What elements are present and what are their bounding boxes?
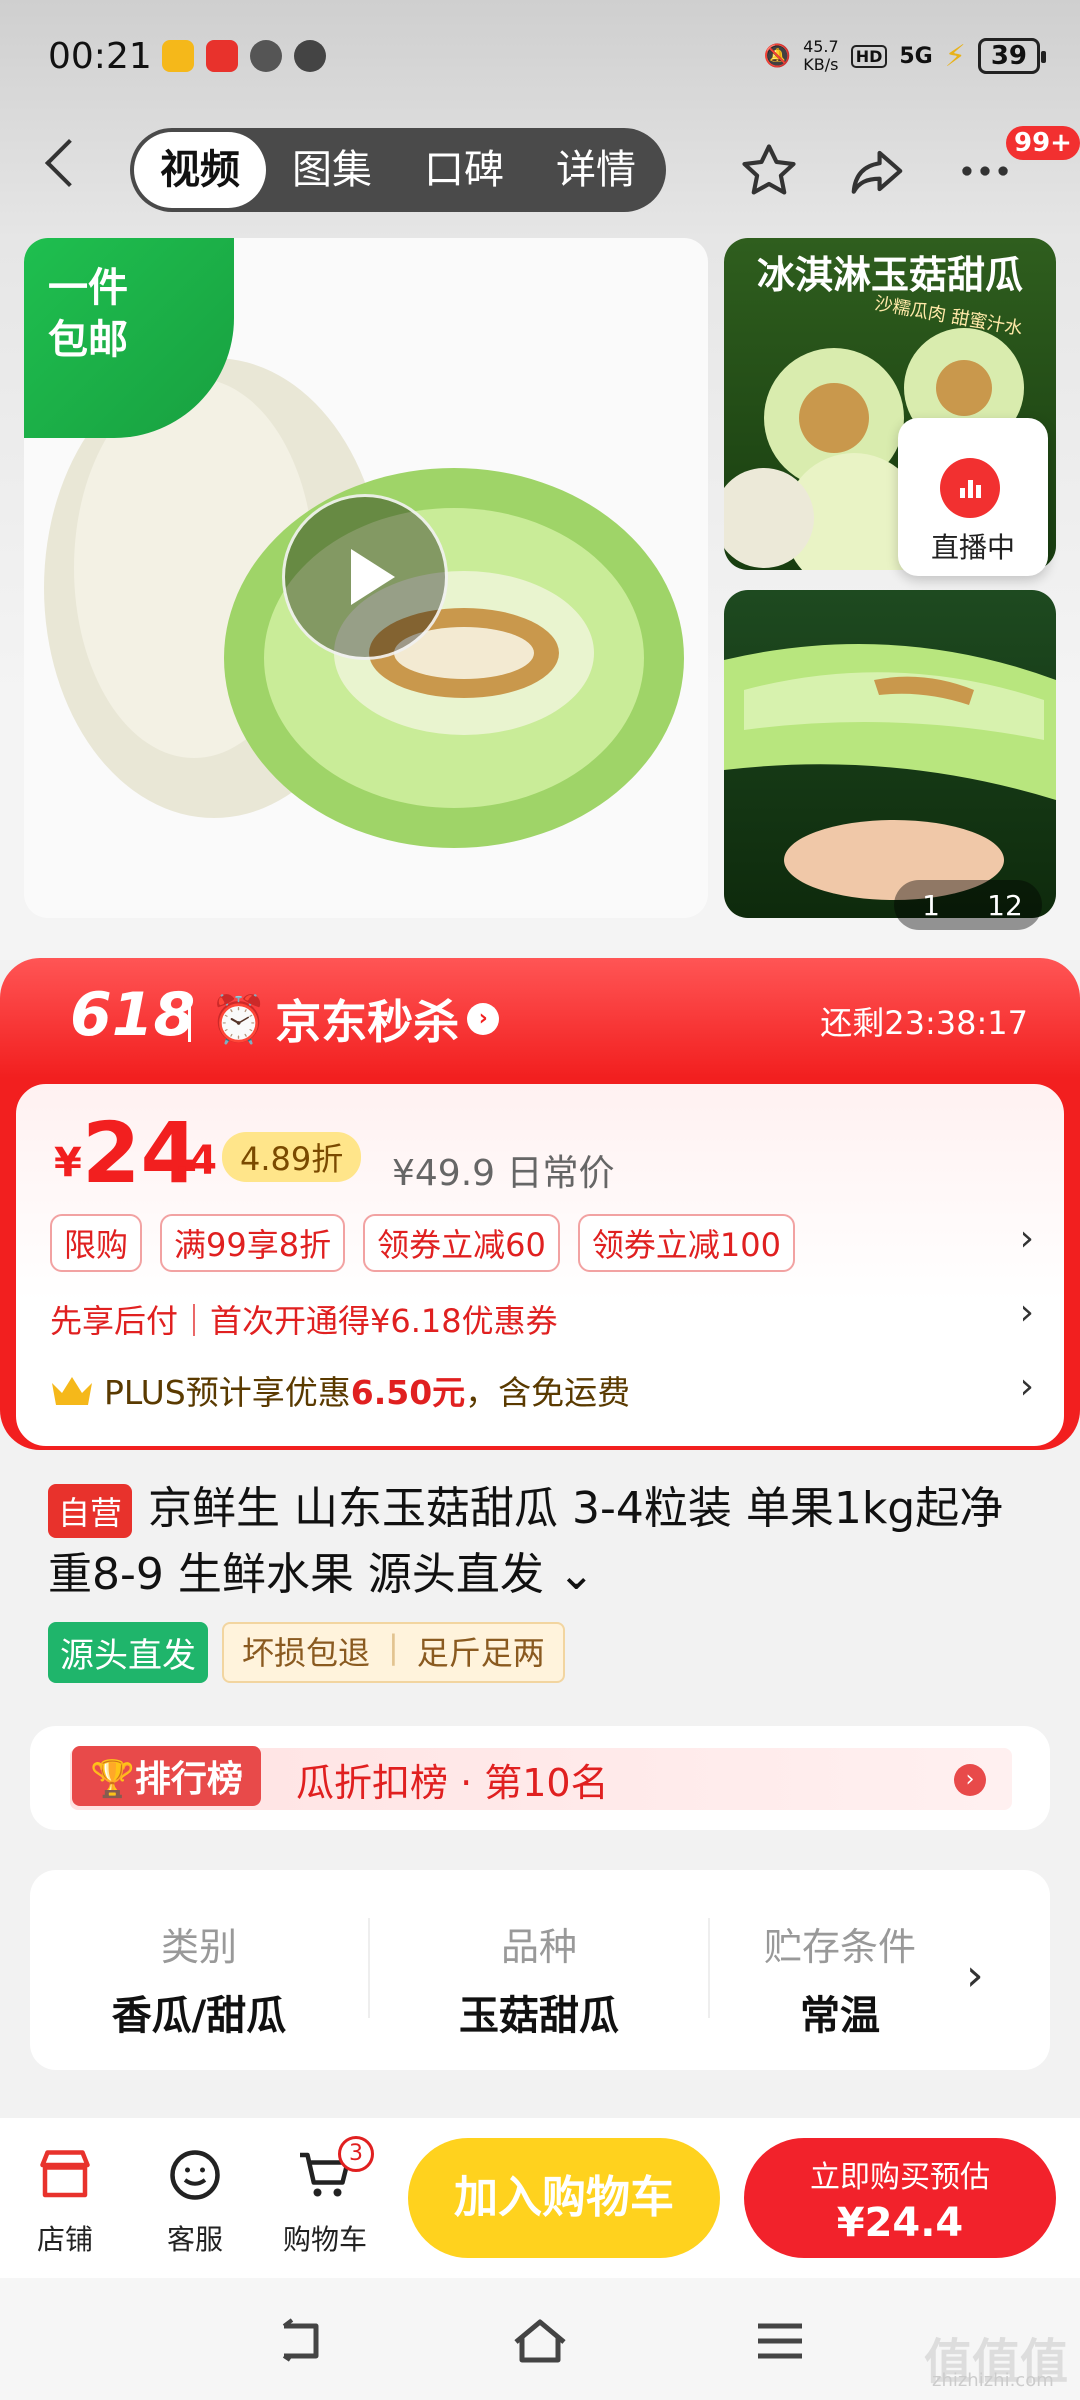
app-notification-icon [162, 40, 194, 72]
service-tags[interactable]: 坏损包退 | 足斤足两 [222, 1622, 565, 1683]
ranking-text: 瓜折扣榜 · 第10名 [296, 1761, 609, 1805]
net-speed: 45.7 [803, 37, 839, 56]
price-card: ¥ 24 .4 4.89折 ¥49.9 日常价 限购 满99享8折 领券立减60… [12, 1080, 1068, 1450]
countdown-timer: 还剩23:38:17 [820, 1004, 1028, 1042]
store-icon [40, 2150, 90, 2198]
watermark-url: zhizhizhi.com [932, 2370, 1054, 2391]
live-button[interactable]: 直播中 [898, 418, 1048, 576]
menu-nav-icon[interactable] [750, 2316, 810, 2366]
charging-icon: ⚡ [944, 38, 966, 74]
signal-icon: 5G [899, 43, 933, 69]
live-label: 直播中 [930, 531, 1015, 564]
chip-coupon-60[interactable]: 领券立减60 [363, 1214, 560, 1272]
hd-icon: HD [850, 44, 888, 68]
attribute-category: 类别 香瓜/甜瓜 [111, 1925, 287, 2039]
crown-icon [52, 1377, 92, 1405]
cart-count-badge: 3 [338, 2136, 374, 2172]
chip-limit[interactable]: 限购 [50, 1214, 143, 1272]
mute-icon: 🔕 [763, 43, 792, 69]
plus-row[interactable]: PLUS预计享优惠6.50元，含免运费 [50, 1366, 630, 1414]
home-nav-icon[interactable] [510, 2316, 570, 2366]
customer-service-button[interactable]: 客服 [140, 2140, 250, 2258]
add-to-cart-button[interactable]: 加入购物车 [408, 2138, 720, 2258]
trophy-icon: 🏆 [90, 1759, 135, 1800]
media-tabs: 视频 图集 口碑 详情 [130, 128, 666, 212]
store-button[interactable]: 店铺 [10, 2140, 120, 2258]
discount-badge: 4.89折 [222, 1132, 362, 1182]
status-bar: 00:21 🔕 45.7 KB/s HD 5G ⚡ 39 [0, 30, 1080, 90]
chevron-right-icon[interactable]: › [1020, 1292, 1034, 1333]
chevron-down-icon[interactable]: ⌄ [558, 1549, 595, 1600]
self-operated-badge: 自营 [48, 1484, 133, 1538]
chevron-right-icon: › [467, 1003, 500, 1035]
app-notification-icon [250, 40, 282, 72]
battery-icon: 39 [977, 38, 1047, 74]
original-price: ¥49.9 日常价 [392, 1153, 615, 1194]
notification-badge: 99+ [1006, 126, 1080, 160]
pay-later-row[interactable]: 先享后付｜首次开通得¥6.18优惠券 [50, 1296, 558, 1342]
tab-reviews[interactable]: 口碑 [398, 132, 530, 208]
pager-current: 1 [922, 888, 940, 922]
ranking-label: 🏆排行榜 [72, 1746, 261, 1806]
chevron-right-icon[interactable]: › [954, 1764, 986, 1796]
price-currency: ¥ [54, 1140, 82, 1186]
melon-slice-image [724, 644, 1056, 900]
chevron-right-icon[interactable]: › [1020, 1218, 1034, 1259]
attribute-variety: 品种 玉菇甜瓜 [459, 1925, 619, 2039]
live-icon [940, 458, 1000, 518]
pager-total: 12 [987, 888, 1023, 922]
chip-coupon-100[interactable]: 领券立减100 [577, 1214, 795, 1272]
favorite-star-icon[interactable] [734, 136, 804, 206]
flash-sale-title[interactable]: ⏰ 京东秒杀 › [210, 986, 500, 1052]
share-icon[interactable] [842, 136, 912, 206]
chevron-right-icon[interactable]: › [966, 1950, 984, 2001]
attributes-card[interactable]: 类别 香瓜/甜瓜 品种 玉菇甜瓜 贮存条件 常温 [30, 1870, 1050, 2070]
product-title[interactable]: 京鲜生 山东玉菇甜瓜 3-4粒装 单果1kg起净重8-9 生鲜水果 源头直发 ⌄ [48, 1476, 1038, 1608]
thumbnail-2[interactable] [724, 590, 1056, 918]
product-tags: 源头直发 坏损包退 | 足斤足两 [48, 1622, 565, 1683]
chip-discount[interactable]: 满99享8折 [160, 1214, 346, 1272]
back-nav-icon[interactable] [270, 2316, 330, 2366]
alarm-clock-icon: ⏰ [210, 991, 268, 1046]
play-icon[interactable] [282, 494, 448, 660]
chevron-right-icon[interactable]: › [1020, 1366, 1034, 1407]
tab-details[interactable]: 详情 [530, 132, 662, 208]
gallery-pager: 1 12 [894, 880, 1042, 930]
event-logo: 618 [70, 980, 196, 1050]
chat-smile-icon [170, 2150, 220, 2200]
divider [188, 1002, 191, 1042]
tag-direct-source: 源头直发 [48, 1622, 208, 1683]
price-decimal: .4 [174, 1138, 218, 1184]
net-unit: KB/s [803, 55, 839, 74]
buy-now-button[interactable]: 立即购买预估 ¥24.4 [744, 2138, 1056, 2258]
tab-gallery[interactable]: 图集 [266, 132, 398, 208]
attribute-storage: 贮存条件 常温 [763, 1925, 916, 2039]
coupon-chips: 限购 满99享8折 领券立减60 领券立减100 [50, 1214, 795, 1272]
status-time: 00:21 [48, 36, 152, 77]
message-icon [294, 40, 326, 72]
tab-video[interactable]: 视频 [134, 132, 266, 208]
app-notification-icon [206, 40, 238, 72]
status-right: 🔕 45.7 KB/s HD 5G ⚡ 39 [763, 37, 1047, 74]
